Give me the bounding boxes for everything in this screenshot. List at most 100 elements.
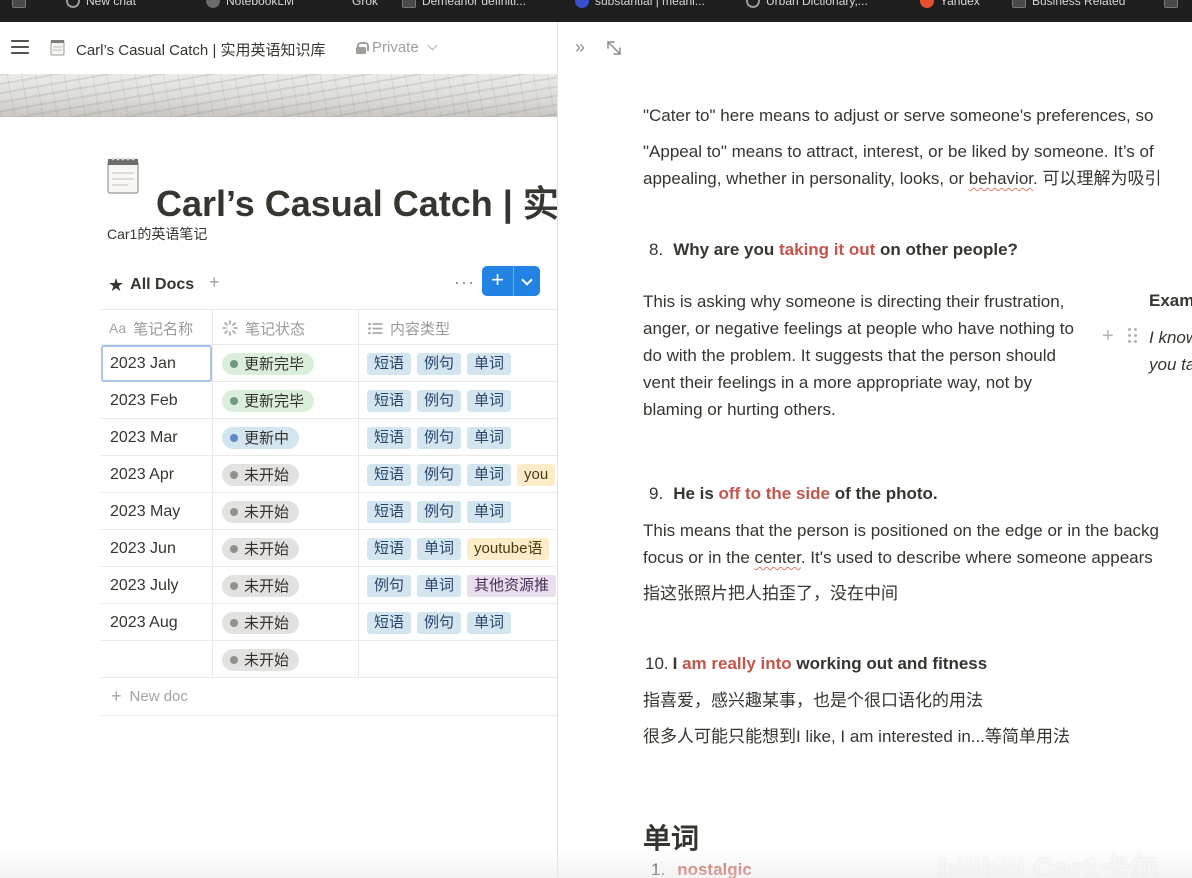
row-type-cell[interactable]: 短语 例句 单词 [359,493,558,530]
content-type-tag: 单词 [467,500,512,523]
table-row[interactable]: 2023 Jun 未开始 短语 单词 youtube语 [101,530,558,567]
chevron-down-icon[interactable] [514,266,540,296]
content-type-tag: 单词 [417,574,462,597]
expand-icon[interactable] [605,39,623,57]
menu-icon[interactable] [11,40,29,54]
bookmark-urban-dictionary[interactable]: Urban Dictionary,... [746,0,868,9]
numbered-item-10: 10. I am really into working out and fitn… [645,654,988,673]
row-status-cell[interactable]: 未开始 [213,530,358,567]
table-row[interactable]: 2023 July 未开始 例句 单词 其他资源推 [101,567,558,604]
drag-handle-icon[interactable] [1128,328,1138,344]
row-type-cell[interactable] [359,641,558,678]
content-type-tag: 单词 [467,463,512,486]
bookmark-yandex[interactable]: Yandex [920,0,980,9]
table-row[interactable]: 2023 Jan 更新完毕 短语 例句 单词 [101,345,558,382]
status-badge: 更新完毕 [222,352,315,375]
row-status-cell[interactable]: 更新完毕 [213,382,358,419]
row-status-cell[interactable]: 更新完毕 [213,345,358,382]
paragraph: This is asking why someone is directing … [643,292,1074,419]
row-name[interactable]: 2023 Apr [101,456,212,493]
add-block-icon[interactable]: + [1102,325,1114,348]
row-type-cell[interactable]: 短语 例句 单词 [359,345,558,382]
table-row[interactable]: 2023 Aug 未开始 短语 例句 单词 [101,604,558,641]
apps-icon[interactable] [12,0,26,9]
status-icon [222,320,238,336]
row-name[interactable]: 2023 Jan [101,345,212,382]
status-badge: 未开始 [222,537,300,560]
more-options-icon[interactable]: ··· [454,272,475,293]
numbered-item-8: 8. Why are you taking it out on other peo… [649,240,1018,259]
content-type-tag: 例句 [417,500,462,523]
lock-icon [356,41,369,54]
status-badge: 更新中 [222,426,300,449]
numbered-item-9: 9. He is off to the side of the photo. [649,484,938,503]
close-peek-icon[interactable]: » [575,37,585,58]
privacy-dropdown[interactable]: Private [356,39,438,56]
top-bar: Carl’s Casual Catch | 实用英语知识库 Private [0,22,558,74]
status-dot-icon [230,507,238,516]
row-type-cell[interactable]: 短语 单词 youtube语 [359,530,558,567]
table-row[interactable]: 2023 Feb 更新完毕 短语 例句 单词 [101,382,558,419]
row-status-cell[interactable]: 未开始 [213,567,358,604]
plus-icon: + [111,686,122,706]
row-name[interactable]: 2023 July [101,567,212,604]
bookmark-demeanor[interactable]: Demeanor definiti... [402,0,526,9]
column-header-type[interactable]: 内容类型 [368,310,450,346]
new-button[interactable]: + [482,266,540,296]
row-status-cell[interactable]: 更新中 [213,419,358,456]
tab-all-docs[interactable]: All Docs [130,276,194,294]
row-name[interactable]: 2023 Mar [101,419,212,456]
row-status-cell[interactable]: 未开始 [213,604,358,641]
row-name[interactable]: 2023 Jun [101,530,212,567]
table-row[interactable]: 未开始 [101,641,558,678]
row-name[interactable]: 2023 Feb [101,382,212,419]
status-badge: 未开始 [222,463,300,486]
add-view-button[interactable]: + [209,272,220,293]
row-name[interactable]: 2023 May [101,493,212,530]
dictionary-icon [575,0,589,8]
row-status-cell[interactable]: 未开始 [213,493,358,530]
bookmark-notebooklm[interactable]: NotebookLM [206,0,294,9]
table-row[interactable]: 2023 Apr 未开始 短语 例句 单词 you [101,456,558,493]
text-line: "Appeal to" means to attract, interest, … [643,142,1154,161]
content-type-tag: youtube语 [467,537,550,560]
view-tabs: ★ All Docs + [108,272,220,298]
table-row[interactable]: 2023 May 未开始 短语 例句 单词 [101,493,558,530]
text-line: This means that the person is positioned… [643,521,1159,540]
status-badge: 未开始 [222,648,300,671]
example-line: you ta [1149,355,1192,374]
new-doc-button[interactable]: + New doc [101,678,558,716]
row-type-cell[interactable]: 短语 例句 单词 [359,382,558,419]
breadcrumb[interactable]: Carl’s Casual Catch | 实用英语知识库 [76,39,326,60]
content-type-tag: 其他资源推 [467,574,557,597]
row-status-cell[interactable]: 未开始 [213,456,358,493]
page-title[interactable]: Carl’s Casual Catch | 实用英语知识库 [156,175,558,227]
row-type-cell[interactable]: 例句 单词 其他资源推 [359,567,558,604]
bookmark-new-chat[interactable]: New chat [66,0,136,9]
status-badge: 未开始 [222,611,300,634]
bookmark-grok[interactable]: Grok [352,0,378,9]
new-plus[interactable]: + [482,266,514,296]
row-type-cell[interactable]: 短语 例句 单词 [359,419,558,456]
text-line: "Cater to" here means to adjust or serve… [643,106,1154,125]
status-dot-icon [230,470,238,479]
text-line: 指这张照片把人拍歪了，没在中间 [643,584,898,603]
bookmark-substantial[interactable]: substantial | meani... [575,0,705,9]
row-name[interactable] [101,641,212,678]
row-status-cell[interactable]: 未开始 [213,641,358,678]
content-type-tag: 例句 [417,352,462,375]
page-description[interactable]: Car1的英语笔记 [107,224,207,244]
row-name[interactable]: 2023 Aug [101,604,212,641]
content-type-tag: 例句 [367,574,412,597]
row-type-cell[interactable]: 短语 例句 单词 [359,604,558,641]
bookmark-overflow[interactable] [1164,0,1178,9]
text-line: appealing, whether in personality, looks… [643,169,1162,188]
content-type-tag: 例句 [417,389,462,412]
row-type-cell[interactable]: 短语 例句 单词 you [359,456,558,493]
column-header-status[interactable]: 笔记状态 [222,310,305,346]
example-heading: Exam [1149,291,1192,310]
column-header-name[interactable]: Aa 笔记名称 [109,310,193,346]
table-body: 2023 Jan 更新完毕 短语 例句 单词 2023 Feb 更新完毕 短语 例句 单词 2023… [101,345,558,678]
table-row[interactable]: 2023 Mar 更新中 短语 例句 单词 [101,419,558,456]
bookmark-business-related[interactable]: Business Related [1012,0,1125,9]
